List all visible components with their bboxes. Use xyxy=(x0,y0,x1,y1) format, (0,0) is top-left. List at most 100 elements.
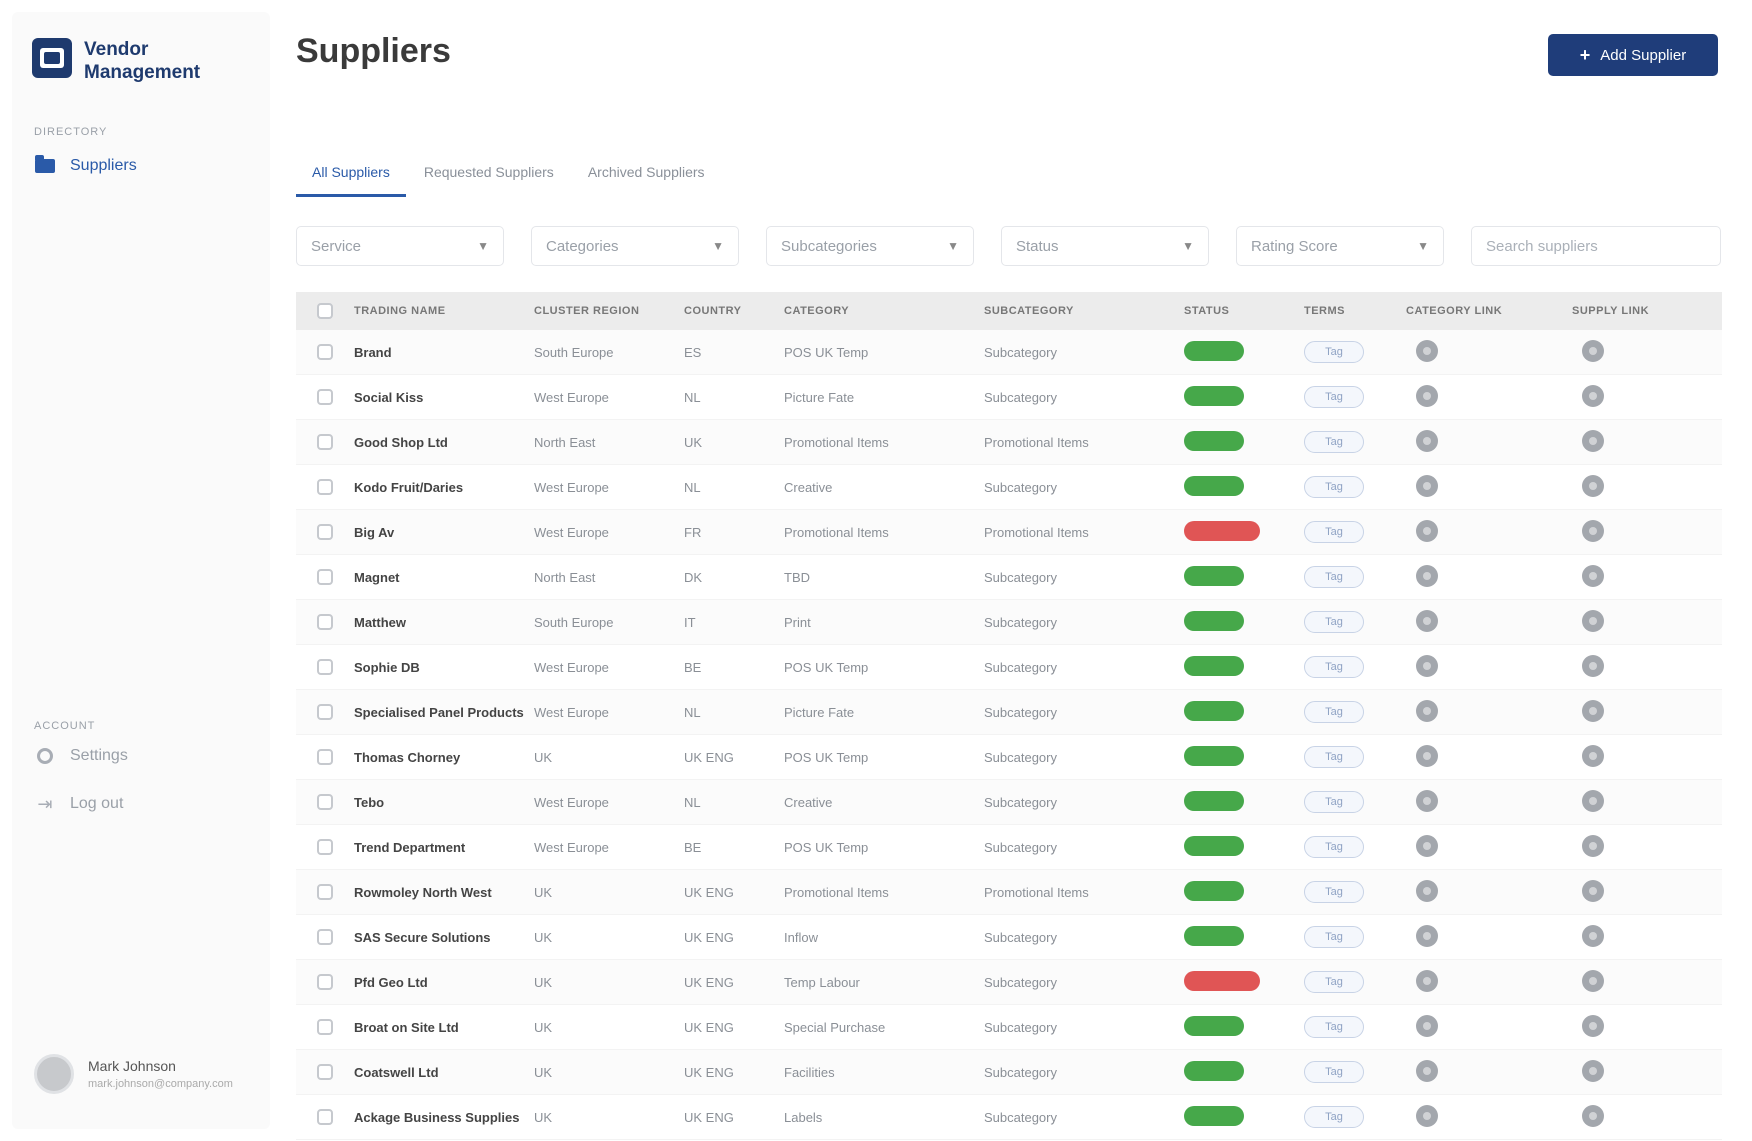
category-link-icon[interactable] xyxy=(1416,474,1438,497)
supply-link-icon[interactable] xyxy=(1582,654,1604,677)
cell-trading-name[interactable]: Big Av xyxy=(354,525,534,540)
category-link-icon[interactable] xyxy=(1416,969,1438,992)
select-all-checkbox[interactable] xyxy=(317,303,333,319)
sidebar-item-suppliers[interactable]: Suppliers xyxy=(34,155,137,175)
table-row[interactable]: Big Av West Europe FR Promotional Items Prom… xyxy=(296,510,1722,555)
cell-trading-name[interactable]: Trend Department xyxy=(354,840,534,855)
supply-link-icon[interactable] xyxy=(1582,1014,1604,1037)
sidebar-item-logout[interactable]: ⇥ Log out xyxy=(34,794,123,814)
row-checkbox[interactable] xyxy=(317,344,333,360)
cell-trading-name[interactable]: Rowmoley North West xyxy=(354,885,534,900)
column-header-category[interactable]: CATEGORY xyxy=(784,305,984,317)
table-row[interactable]: Kodo Fruit/Daries West Europe NL Creative Su… xyxy=(296,465,1722,510)
category-link-icon[interactable] xyxy=(1416,339,1438,362)
supply-link-icon[interactable] xyxy=(1582,384,1604,407)
tab-all-suppliers[interactable]: All Suppliers xyxy=(296,160,406,197)
column-header-category-link[interactable]: CATEGORY LINK xyxy=(1406,305,1572,317)
table-row[interactable]: Coatswell Ltd UK UK ENG Facilities Subcatego… xyxy=(296,1050,1722,1095)
filter-status[interactable]: Status ▼ xyxy=(1001,226,1209,266)
supply-link-icon[interactable] xyxy=(1582,339,1604,362)
category-link-icon[interactable] xyxy=(1416,924,1438,947)
filter-categories[interactable]: Categories ▼ xyxy=(531,226,739,266)
cell-trading-name[interactable]: Magnet xyxy=(354,570,534,585)
cell-trading-name[interactable]: Tebo xyxy=(354,795,534,810)
table-row[interactable]: Broat on Site Ltd UK UK ENG Special Purchas… xyxy=(296,1005,1722,1050)
cell-trading-name[interactable]: SAS Secure Solutions xyxy=(354,930,534,945)
supply-link-icon[interactable] xyxy=(1582,1059,1604,1082)
table-row[interactable]: Specialised Panel Products West Europe NL P… xyxy=(296,690,1722,735)
row-checkbox[interactable] xyxy=(317,1064,333,1080)
search-input[interactable] xyxy=(1471,226,1721,266)
table-row[interactable]: Ackage Business Supplies UK UK ENG Labels Su… xyxy=(296,1095,1722,1140)
supply-link-icon[interactable] xyxy=(1582,789,1604,812)
terms-tag-button[interactable]: Tag xyxy=(1304,611,1364,633)
supply-link-icon[interactable] xyxy=(1582,879,1604,902)
terms-tag-button[interactable]: Tag xyxy=(1304,386,1364,408)
table-row[interactable]: Good Shop Ltd North East UK Promotional Ite… xyxy=(296,420,1722,465)
row-checkbox[interactable] xyxy=(317,749,333,765)
table-row[interactable]: Rowmoley North West UK UK ENG Promotional I… xyxy=(296,870,1722,915)
category-link-icon[interactable] xyxy=(1416,384,1438,407)
cell-trading-name[interactable]: Pfd Geo Ltd xyxy=(354,975,534,990)
category-link-icon[interactable] xyxy=(1416,519,1438,542)
table-row[interactable]: Social Kiss West Europe NL Picture Fate Subc… xyxy=(296,375,1722,420)
category-link-icon[interactable] xyxy=(1416,699,1438,722)
terms-tag-button[interactable]: Tag xyxy=(1304,791,1364,813)
terms-tag-button[interactable]: Tag xyxy=(1304,701,1364,723)
column-header-status[interactable]: STATUS xyxy=(1184,305,1304,317)
supply-link-icon[interactable] xyxy=(1582,834,1604,857)
terms-tag-button[interactable]: Tag xyxy=(1304,971,1364,993)
cell-trading-name[interactable]: Thomas Chorney xyxy=(354,750,534,765)
terms-tag-button[interactable]: Tag xyxy=(1304,1016,1364,1038)
terms-tag-button[interactable]: Tag xyxy=(1304,341,1364,363)
table-row[interactable]: Tebo West Europe NL Creative Subcategory Tag xyxy=(296,780,1722,825)
terms-tag-button[interactable]: Tag xyxy=(1304,1061,1364,1083)
add-supplier-button[interactable]: + Add Supplier xyxy=(1548,34,1718,76)
category-link-icon[interactable] xyxy=(1416,1014,1438,1037)
category-link-icon[interactable] xyxy=(1416,789,1438,812)
supply-link-icon[interactable] xyxy=(1582,699,1604,722)
column-header-trading-name[interactable]: TRADING NAME xyxy=(354,305,534,317)
terms-tag-button[interactable]: Tag xyxy=(1304,1106,1364,1128)
cell-trading-name[interactable]: Coatswell Ltd xyxy=(354,1065,534,1080)
tab-requested-suppliers[interactable]: Requested Suppliers xyxy=(408,160,570,197)
terms-tag-button[interactable]: Tag xyxy=(1304,881,1364,903)
terms-tag-button[interactable]: Tag xyxy=(1304,656,1364,678)
supply-link-icon[interactable] xyxy=(1582,924,1604,947)
cell-trading-name[interactable]: Broat on Site Ltd xyxy=(354,1020,534,1035)
category-link-icon[interactable] xyxy=(1416,744,1438,767)
tab-archived-suppliers[interactable]: Archived Suppliers xyxy=(572,160,721,197)
table-row[interactable]: Matthew South Europe IT Print Subcategory Tag xyxy=(296,600,1722,645)
row-checkbox[interactable] xyxy=(317,884,333,900)
category-link-icon[interactable] xyxy=(1416,654,1438,677)
category-link-icon[interactable] xyxy=(1416,879,1438,902)
terms-tag-button[interactable]: Tag xyxy=(1304,926,1364,948)
terms-tag-button[interactable]: Tag xyxy=(1304,476,1364,498)
cell-trading-name[interactable]: Social Kiss xyxy=(354,390,534,405)
category-link-icon[interactable] xyxy=(1416,834,1438,857)
cell-trading-name[interactable]: Matthew xyxy=(354,615,534,630)
user-profile[interactable]: Mark Johnson mark.johnson@company.com xyxy=(34,1054,233,1094)
category-link-icon[interactable] xyxy=(1416,564,1438,587)
cell-trading-name[interactable]: Sophie DB xyxy=(354,660,534,675)
row-checkbox[interactable] xyxy=(317,479,333,495)
table-row[interactable]: Thomas Chorney UK UK ENG POS UK Temp Subcate… xyxy=(296,735,1722,780)
terms-tag-button[interactable]: Tag xyxy=(1304,521,1364,543)
cell-trading-name[interactable]: Kodo Fruit/Daries xyxy=(354,480,534,495)
column-header-subcategory[interactable]: SUBCATEGORY xyxy=(984,305,1184,317)
table-row[interactable]: Sophie DB West Europe BE POS UK Temp Subcate… xyxy=(296,645,1722,690)
row-checkbox[interactable] xyxy=(317,794,333,810)
row-checkbox[interactable] xyxy=(317,1019,333,1035)
row-checkbox[interactable] xyxy=(317,839,333,855)
column-header-cluster-region[interactable]: CLUSTER REGION xyxy=(534,305,684,317)
supply-link-icon[interactable] xyxy=(1582,564,1604,587)
category-link-icon[interactable] xyxy=(1416,1104,1438,1127)
row-checkbox[interactable] xyxy=(317,659,333,675)
column-header-country[interactable]: COUNTRY xyxy=(684,305,784,317)
supply-link-icon[interactable] xyxy=(1582,429,1604,452)
table-row[interactable]: Magnet North East DK TBD Subcategory Tag xyxy=(296,555,1722,600)
filter-service[interactable]: Service ▼ xyxy=(296,226,504,266)
supply-link-icon[interactable] xyxy=(1582,609,1604,632)
column-header-terms[interactable]: TERMS xyxy=(1304,305,1406,317)
cell-trading-name[interactable]: Good Shop Ltd xyxy=(354,435,534,450)
